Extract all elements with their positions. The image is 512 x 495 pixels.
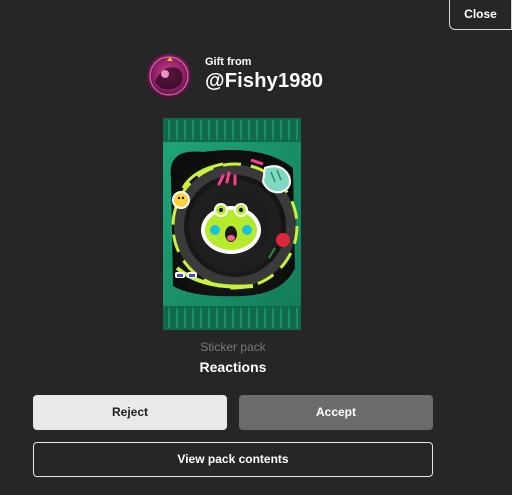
pack-type-label: Sticker pack bbox=[200, 340, 266, 354]
close-button[interactable]: Close bbox=[449, 0, 512, 30]
pack-name: Reactions bbox=[199, 359, 267, 375]
reject-button[interactable]: Reject bbox=[33, 395, 227, 430]
gift-from-label: Gift from bbox=[205, 56, 252, 68]
avatar bbox=[147, 54, 191, 98]
view-pack-contents-button[interactable]: View pack contents bbox=[33, 442, 433, 477]
accept-button[interactable]: Accept bbox=[239, 395, 433, 430]
sticker-pack-image bbox=[163, 118, 301, 330]
sender-username: @Fishy1980 bbox=[205, 70, 324, 92]
